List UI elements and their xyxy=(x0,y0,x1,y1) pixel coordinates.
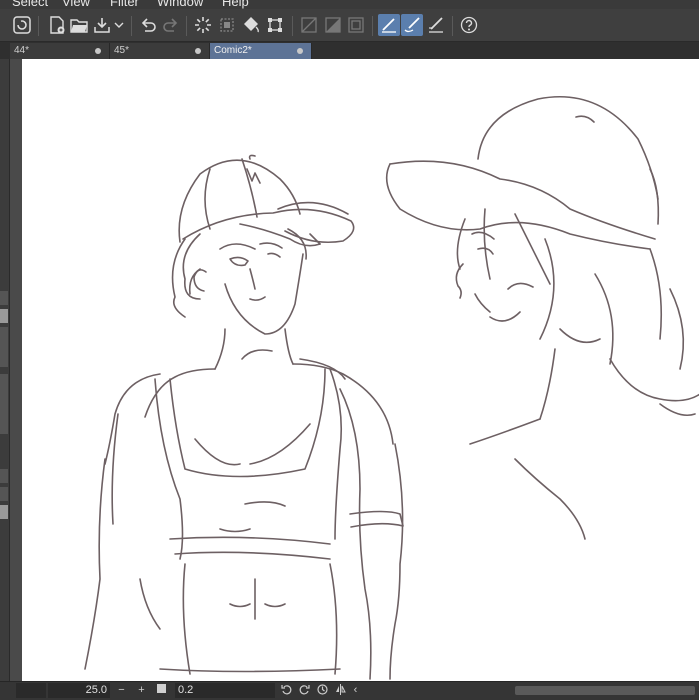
transform-icon[interactable] xyxy=(264,14,286,36)
menu-filter[interactable]: Filter xyxy=(110,0,139,9)
pen-icon[interactable] xyxy=(0,487,8,501)
flip-icon[interactable] xyxy=(334,684,347,697)
selection-icon[interactable] xyxy=(216,14,238,36)
pen-straight-icon[interactable] xyxy=(378,14,400,36)
tab-44[interactable]: 44* xyxy=(10,43,110,59)
tab-45[interactable]: 45* xyxy=(110,43,210,59)
new-icon[interactable] xyxy=(46,14,68,36)
menu-window[interactable]: Window xyxy=(157,0,203,9)
tab-label: 44* xyxy=(14,45,30,56)
reset-rotation-icon[interactable] xyxy=(316,684,329,697)
panel-tab[interactable] xyxy=(0,505,8,519)
close-dot-icon[interactable] xyxy=(195,48,201,54)
grid-off-icon[interactable] xyxy=(298,14,320,36)
left-panel-strip xyxy=(0,59,10,681)
rotate-right-icon[interactable] xyxy=(298,684,311,697)
undo-icon[interactable] xyxy=(137,14,159,36)
tab-comic2[interactable]: Comic2* xyxy=(210,43,312,59)
rotate-left-icon[interactable] xyxy=(280,684,293,697)
menu-help[interactable]: Help xyxy=(222,0,249,9)
help-icon[interactable] xyxy=(458,14,480,36)
navigator-strip[interactable] xyxy=(16,683,46,698)
document-tab-bar: 44* 45* Comic2* xyxy=(0,42,699,59)
command-bar xyxy=(0,9,699,42)
fill-icon[interactable] xyxy=(240,14,262,36)
open-icon[interactable] xyxy=(68,14,90,36)
horizontal-scrollbar[interactable] xyxy=(515,686,695,695)
menu-bar: Select View Filter Window Help xyxy=(0,0,699,9)
pen-ruler-icon[interactable] xyxy=(425,14,447,36)
fit-icon[interactable] xyxy=(155,684,168,697)
close-dot-icon[interactable] xyxy=(95,48,101,54)
panel-tab[interactable] xyxy=(0,327,8,367)
zoom-in-button[interactable]: + xyxy=(135,684,148,697)
close-dot-icon[interactable] xyxy=(297,48,303,54)
frame-icon[interactable] xyxy=(345,14,367,36)
app-icon[interactable] xyxy=(11,14,33,36)
grid-half-icon[interactable] xyxy=(322,14,344,36)
angle-field[interactable]: 0.2 xyxy=(175,683,275,698)
status-bar: 25.0 − + 0.2 ‹ xyxy=(0,681,699,700)
dropdown-icon[interactable] xyxy=(112,14,126,36)
loading-icon[interactable] xyxy=(192,14,214,36)
save-icon[interactable] xyxy=(91,14,113,36)
panel-tab[interactable] xyxy=(0,291,8,305)
panel-tab[interactable] xyxy=(0,469,8,483)
pen-curve-icon[interactable] xyxy=(401,14,423,36)
redo-icon[interactable] xyxy=(160,14,182,36)
zoom-out-button[interactable]: − xyxy=(115,684,128,697)
tab-label: 45* xyxy=(114,45,130,56)
menu-view[interactable]: View xyxy=(62,0,90,9)
panel-tab[interactable] xyxy=(0,309,8,323)
scroll-left-button[interactable]: ‹ xyxy=(349,684,362,697)
menu-select[interactable]: Select xyxy=(12,0,48,9)
canvas-area[interactable] xyxy=(10,59,699,681)
scroll-handle[interactable] xyxy=(0,374,8,434)
tab-label: Comic2* xyxy=(214,45,252,56)
canvas-sketch[interactable] xyxy=(10,59,699,681)
zoom-field[interactable]: 25.0 xyxy=(48,683,110,698)
